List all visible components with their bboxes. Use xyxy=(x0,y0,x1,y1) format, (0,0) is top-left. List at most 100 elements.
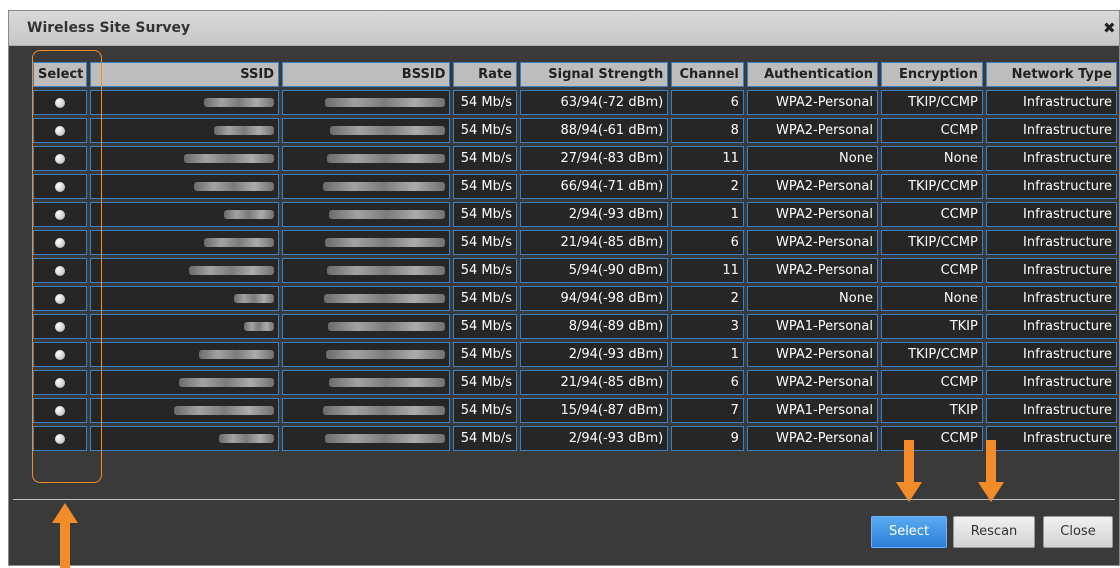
table-row[interactable]: 54 Mb/s 27/94(-83 dBm) 11 None None Infrastru… xyxy=(33,146,1117,171)
channel-cell: 3 xyxy=(671,314,744,339)
signal-cell: 2/94(-93 dBm) xyxy=(520,342,669,367)
select-button[interactable]: Select xyxy=(871,516,947,548)
encryption-cell: TKIP/CCMP xyxy=(880,174,983,199)
bssid-redacted xyxy=(323,406,446,415)
table-row[interactable]: 54 Mb/s 2/94(-93 dBm) 1 WPA2-Personal TKIP/C… xyxy=(33,342,1117,367)
table-row[interactable]: 54 Mb/s 66/94(-71 dBm) 2 WPA2-Personal TKIP/… xyxy=(33,174,1117,199)
table-row[interactable]: 54 Mb/s 88/94(-61 dBm) 8 WPA2-Personal CCMP I… xyxy=(33,118,1117,143)
signal-cell: 21/94(-85 dBm) xyxy=(520,370,669,395)
network-type-cell: Infrastructure xyxy=(985,90,1117,115)
signal-cell: 5/94(-90 dBm) xyxy=(520,258,669,283)
auth-cell: WPA2-Personal xyxy=(746,426,878,451)
footer-divider xyxy=(13,499,1115,500)
table-row[interactable]: 54 Mb/s 21/94(-85 dBm) 6 WPA2-Personal TKIP/… xyxy=(33,230,1117,255)
table-row[interactable]: 54 Mb/s 8/94(-89 dBm) 3 WPA1-Personal TKIP In… xyxy=(33,314,1117,339)
table-row[interactable]: 54 Mb/s 94/94(-98 dBm) 2 None None Infrastruc… xyxy=(33,286,1117,311)
ssid-redacted xyxy=(174,406,275,415)
auth-cell: WPA2-Personal xyxy=(746,202,878,227)
table-row[interactable]: 54 Mb/s 5/94(-90 dBm) 11 WPA2-Personal CCMP I… xyxy=(33,258,1117,283)
close-x-icon[interactable]: ✖ xyxy=(1103,18,1117,38)
bssid-redacted xyxy=(326,350,446,359)
rate-cell: 54 Mb/s xyxy=(453,426,517,451)
header-bssid: BSSID xyxy=(282,62,451,87)
channel-cell: 11 xyxy=(671,146,744,171)
arrow-down-icon xyxy=(978,440,1004,502)
bssid-cell xyxy=(282,286,451,311)
bssid-cell xyxy=(282,174,451,199)
table-row[interactable]: 54 Mb/s 21/94(-85 dBm) 6 WPA2-Personal CCMP I… xyxy=(33,370,1117,395)
table-row[interactable]: 54 Mb/s 2/94(-93 dBm) 9 WPA2-Personal CCMP In… xyxy=(33,426,1117,451)
signal-cell: 21/94(-85 dBm) xyxy=(520,230,669,255)
encryption-cell: TKIP/CCMP xyxy=(880,342,983,367)
table-header-row: Select SSID BSSID Rate Signal Strength C… xyxy=(33,62,1117,87)
ssid-cell xyxy=(90,174,280,199)
ssid-cell xyxy=(90,90,280,115)
bssid-cell xyxy=(282,202,451,227)
table-row[interactable]: 54 Mb/s 15/94(-87 dBm) 7 WPA1-Personal TKIP I… xyxy=(33,398,1117,423)
signal-cell: 88/94(-61 dBm) xyxy=(520,118,669,143)
bssid-redacted xyxy=(328,322,446,331)
channel-cell: 1 xyxy=(671,342,744,367)
encryption-cell: TKIP/CCMP xyxy=(880,90,983,115)
ssid-redacted xyxy=(224,210,275,219)
bssid-redacted xyxy=(327,266,446,275)
bssid-cell xyxy=(282,90,451,115)
ssid-redacted xyxy=(219,434,275,443)
rescan-button[interactable]: Rescan xyxy=(953,516,1035,548)
encryption-cell: CCMP xyxy=(880,202,983,227)
ssid-redacted xyxy=(184,154,275,163)
rate-cell: 54 Mb/s xyxy=(453,314,517,339)
bssid-cell xyxy=(282,118,451,143)
bssid-cell xyxy=(282,146,451,171)
bssid-cell xyxy=(282,426,451,451)
auth-cell: WPA1-Personal xyxy=(746,398,878,423)
signal-cell: 8/94(-89 dBm) xyxy=(520,314,669,339)
encryption-cell: CCMP xyxy=(880,118,983,143)
ssid-cell xyxy=(90,202,280,227)
network-type-cell: Infrastructure xyxy=(985,342,1117,367)
bssid-redacted xyxy=(327,154,446,163)
bssid-cell xyxy=(282,398,451,423)
channel-cell: 11 xyxy=(671,258,744,283)
auth-cell: WPA1-Personal xyxy=(746,314,878,339)
rate-cell: 54 Mb/s xyxy=(453,90,517,115)
close-button[interactable]: Close xyxy=(1043,516,1113,548)
rate-cell: 54 Mb/s xyxy=(453,230,517,255)
bssid-redacted xyxy=(324,294,446,303)
dialog-title: Wireless Site Survey xyxy=(27,20,191,36)
table-row[interactable]: 54 Mb/s 2/94(-93 dBm) 1 WPA2-Personal CCMP In… xyxy=(33,202,1117,227)
channel-cell: 8 xyxy=(671,118,744,143)
encryption-cell: CCMP xyxy=(880,258,983,283)
ssid-redacted xyxy=(194,182,275,191)
arrow-down-icon xyxy=(896,440,922,502)
bssid-redacted xyxy=(329,210,446,219)
ssid-redacted xyxy=(214,126,275,135)
ssid-cell xyxy=(90,398,280,423)
auth-cell: None xyxy=(746,286,878,311)
auth-cell: WPA2-Personal xyxy=(746,118,878,143)
auth-cell: WPA2-Personal xyxy=(746,370,878,395)
ssid-cell xyxy=(90,286,280,311)
auth-cell: WPA2-Personal xyxy=(746,90,878,115)
auth-cell: WPA2-Personal xyxy=(746,342,878,367)
ssid-cell xyxy=(90,370,280,395)
ssid-cell xyxy=(90,146,280,171)
bssid-cell xyxy=(282,370,451,395)
channel-cell: 6 xyxy=(671,370,744,395)
encryption-cell: TKIP xyxy=(880,398,983,423)
network-type-cell: Infrastructure xyxy=(985,174,1117,199)
dialog-titlebar: Wireless Site Survey ✖ xyxy=(9,11,1119,46)
header-encryption: Encryption xyxy=(880,62,983,87)
header-rate: Rate xyxy=(453,62,517,87)
bssid-cell xyxy=(282,342,451,367)
network-type-cell: Infrastructure xyxy=(985,314,1117,339)
network-type-cell: Infrastructure xyxy=(985,286,1117,311)
channel-cell: 2 xyxy=(671,286,744,311)
bssid-cell xyxy=(282,230,451,255)
bssid-redacted xyxy=(330,126,446,135)
rate-cell: 54 Mb/s xyxy=(453,370,517,395)
ssid-redacted xyxy=(244,322,275,331)
table-row[interactable]: 54 Mb/s 63/94(-72 dBm) 6 WPA2-Personal TKIP/… xyxy=(33,90,1117,115)
network-type-cell: Infrastructure xyxy=(985,258,1117,283)
ssid-cell xyxy=(90,342,280,367)
